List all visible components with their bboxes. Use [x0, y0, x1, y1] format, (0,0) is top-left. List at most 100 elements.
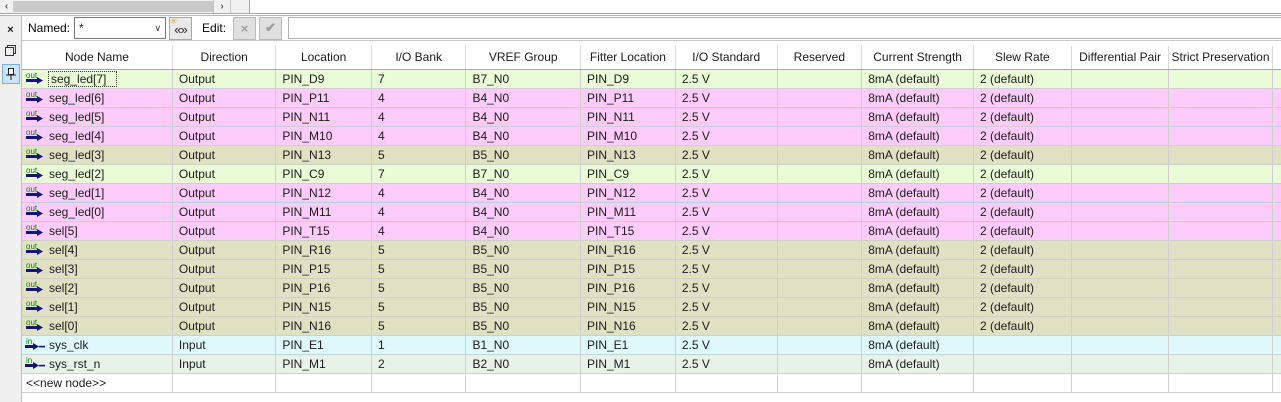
cell-reserved[interactable]	[777, 145, 862, 164]
cell-direction[interactable]: Output	[172, 259, 275, 278]
cell-reserved[interactable]	[777, 316, 862, 335]
cell-io_standard[interactable]: 2.5 V	[675, 88, 777, 107]
cell-name[interactable]: <<new node>>	[22, 373, 172, 392]
edit-reject-button[interactable]: ×	[233, 17, 256, 40]
cell-io_standard[interactable]: 2.5 V	[675, 316, 777, 335]
edit-input[interactable]	[288, 17, 1281, 39]
cell-direction[interactable]: Output	[172, 126, 275, 145]
cell-fitter_location[interactable]: PIN_P15	[581, 259, 676, 278]
cell-differential_pair[interactable]	[1071, 107, 1169, 126]
cell-name[interactable]: insys_clk	[22, 335, 172, 354]
cell-direction[interactable]: Output	[172, 164, 275, 183]
cell-vref_group[interactable]: B7_N0	[466, 69, 581, 88]
cell-vref_group[interactable]: B4_N0	[466, 202, 581, 221]
cell-current_strength[interactable]: 8mA (default)	[862, 316, 974, 335]
cell-slew_rate[interactable]: 2 (default)	[974, 107, 1072, 126]
cell-reserved[interactable]	[777, 107, 862, 126]
cell-vref_group[interactable]: B2_N0	[466, 354, 581, 373]
cell-name[interactable]: outseg_led[4]	[22, 126, 172, 145]
cell-reserved[interactable]	[777, 240, 862, 259]
cell-fitter_location[interactable]: PIN_M1	[581, 354, 676, 373]
cell-fitter_location[interactable]	[581, 373, 676, 392]
cell-strict_preservation[interactable]	[1169, 107, 1272, 126]
column-header-slew_rate[interactable]: Slew Rate	[974, 46, 1072, 69]
cell-slew_rate[interactable]: 2 (default)	[974, 278, 1072, 297]
cell-slew_rate[interactable]: 2 (default)	[974, 88, 1072, 107]
cell-io_standard[interactable]: 2.5 V	[675, 297, 777, 316]
cell-fitter_location[interactable]: PIN_N16	[581, 316, 676, 335]
cell-name[interactable]: outseg_led[6]	[22, 88, 172, 107]
cell-fitter_location[interactable]: PIN_N15	[581, 297, 676, 316]
cell-fitter_location[interactable]: PIN_N13	[581, 145, 676, 164]
cell-io_bank[interactable]: 5	[371, 145, 466, 164]
cell-io_standard[interactable]: 2.5 V	[675, 183, 777, 202]
cell-direction[interactable]	[172, 373, 275, 392]
pin-panel-button[interactable]	[2, 64, 20, 84]
cell-fitter_location[interactable]: PIN_N11	[581, 107, 676, 126]
cell-strict_preservation[interactable]	[1169, 297, 1272, 316]
cell-differential_pair[interactable]	[1071, 373, 1169, 392]
cell-io_bank[interactable]: 5	[371, 316, 466, 335]
cell-reserved[interactable]	[777, 126, 862, 145]
cell-io_standard[interactable]	[675, 373, 777, 392]
named-filter-combobox[interactable]: * ∨	[74, 17, 166, 39]
cell-location[interactable]: PIN_N15	[276, 297, 372, 316]
cell-vref_group[interactable]: B4_N0	[466, 88, 581, 107]
cell-name[interactable]: outseg_led[7]	[22, 69, 172, 88]
column-header-fitter_location[interactable]: Fitter Location	[581, 46, 676, 69]
scrollbar-thumb[interactable]	[13, 1, 213, 12]
cell-direction[interactable]: Output	[172, 278, 275, 297]
column-header-io_bank[interactable]: I/O Bank	[371, 46, 466, 69]
edit-accept-button[interactable]: ✔	[259, 17, 282, 40]
cell-io_bank[interactable]: 5	[371, 259, 466, 278]
cell-current_strength[interactable]: 8mA (default)	[862, 335, 974, 354]
cell-fitter_location[interactable]: PIN_T15	[581, 221, 676, 240]
horizontal-scrollbar[interactable]: ‹ ›	[0, 0, 250, 13]
cell-slew_rate[interactable]: 2 (default)	[974, 240, 1072, 259]
cell-io_bank[interactable]: 4	[371, 107, 466, 126]
cell-current_strength[interactable]: 8mA (default)	[862, 297, 974, 316]
scroll-left-button[interactable]: ‹	[0, 0, 13, 13]
cell-direction[interactable]: Output	[172, 221, 275, 240]
column-header-direction[interactable]: Direction	[172, 46, 275, 69]
cell-current_strength[interactable]: 8mA (default)	[862, 221, 974, 240]
cell-io_bank[interactable]	[371, 373, 466, 392]
cell-strict_preservation[interactable]	[1169, 373, 1272, 392]
cell-strict_preservation[interactable]	[1169, 88, 1272, 107]
cell-slew_rate[interactable]: 2 (default)	[974, 69, 1072, 88]
cell-reserved[interactable]	[777, 278, 862, 297]
cell-differential_pair[interactable]	[1071, 88, 1169, 107]
cell-fitter_location[interactable]: PIN_P11	[581, 88, 676, 107]
cell-strict_preservation[interactable]	[1169, 164, 1272, 183]
cell-strict_preservation[interactable]	[1169, 335, 1272, 354]
cell-differential_pair[interactable]	[1071, 126, 1169, 145]
column-header-vref_group[interactable]: VREF Group	[466, 46, 581, 69]
cell-vref_group[interactable]: B4_N0	[466, 126, 581, 145]
cell-io_standard[interactable]: 2.5 V	[675, 240, 777, 259]
cell-name[interactable]: outsel[3]	[22, 259, 172, 278]
cell-differential_pair[interactable]	[1071, 69, 1169, 88]
cell-reserved[interactable]	[777, 69, 862, 88]
cell-location[interactable]: PIN_M11	[276, 202, 372, 221]
cell-vref_group[interactable]: B5_N0	[466, 145, 581, 164]
cell-strict_preservation[interactable]	[1169, 183, 1272, 202]
cell-io_bank[interactable]: 7	[371, 69, 466, 88]
cell-fitter_location[interactable]: PIN_E1	[581, 335, 676, 354]
cell-location[interactable]: PIN_N12	[276, 183, 372, 202]
cell-location[interactable]: PIN_N13	[276, 145, 372, 164]
scroll-right-button[interactable]: ›	[213, 0, 231, 13]
cell-name[interactable]: outsel[5]	[22, 221, 172, 240]
cell-location[interactable]: PIN_R16	[276, 240, 372, 259]
cell-slew_rate[interactable]: 2 (default)	[974, 221, 1072, 240]
cell-name[interactable]: outseg_led[2]	[22, 164, 172, 183]
cell-strict_preservation[interactable]	[1169, 316, 1272, 335]
cell-reserved[interactable]	[777, 202, 862, 221]
cell-direction[interactable]: Output	[172, 202, 275, 221]
cell-io_standard[interactable]: 2.5 V	[675, 278, 777, 297]
cell-strict_preservation[interactable]	[1169, 278, 1272, 297]
cell-location[interactable]: PIN_M10	[276, 126, 372, 145]
cell-location[interactable]: PIN_P15	[276, 259, 372, 278]
cell-current_strength[interactable]: 8mA (default)	[862, 278, 974, 297]
cell-current_strength[interactable]: 8mA (default)	[862, 240, 974, 259]
cell-direction[interactable]: Output	[172, 240, 275, 259]
